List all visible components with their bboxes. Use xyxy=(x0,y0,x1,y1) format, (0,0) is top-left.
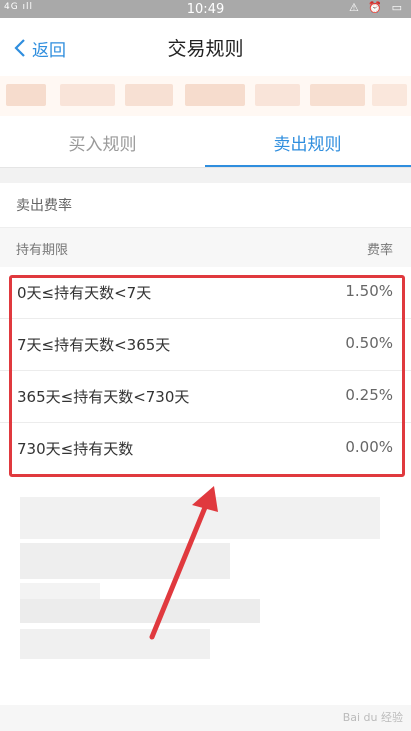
holding-period: 7天≤持有天数<365天 xyxy=(17,336,171,354)
tab-buy-rules[interactable]: 买入规则 xyxy=(0,116,205,168)
active-tab-indicator xyxy=(205,165,411,167)
fee-rate: 1.50% xyxy=(345,282,393,300)
table-row: 0天≤持有天数<7天 1.50% xyxy=(0,267,411,319)
rules-tabs: 买入规则 卖出规则 xyxy=(0,116,411,168)
table-row: 365天≤持有天数<730天 0.25% xyxy=(0,371,411,423)
status-bar: 4G ıll 10:49 ⚠ ⏰ ▭ xyxy=(0,0,411,18)
fee-rate: 0.50% xyxy=(345,334,393,352)
table-row: 730天≤持有天数 0.00% xyxy=(0,423,411,475)
holding-period: 365天≤持有天数<730天 xyxy=(17,388,190,406)
holding-period: 730天≤持有天数 xyxy=(17,440,134,458)
fee-rate: 0.25% xyxy=(345,386,393,404)
table-header: 持有期限 费率 xyxy=(0,227,411,267)
system-icons: ⚠ ⏰ ▭ xyxy=(349,1,405,14)
header-period: 持有期限 xyxy=(16,243,69,258)
holding-period: 0天≤持有天数<7天 xyxy=(17,284,152,302)
table-row: 7天≤持有天数<365天 0.50% xyxy=(0,319,411,371)
fee-rate: 0.00% xyxy=(345,438,393,456)
page-title: 交易规则 xyxy=(167,38,244,60)
tab-sell-rules[interactable]: 卖出规则 xyxy=(205,116,410,168)
redacted-banner xyxy=(0,76,411,116)
redacted-content xyxy=(0,483,411,731)
nav-bar: 返回 交易规则 xyxy=(0,18,411,76)
section-title: 卖出费率 xyxy=(16,198,72,214)
watermark: Bai du 经验 xyxy=(342,711,403,724)
header-rate: 费率 xyxy=(366,243,393,258)
sell-fee-card: 卖出费率 持有期限 费率 0天≤持有天数<7天 1.50% 7天≤持有天数<36… xyxy=(0,183,411,483)
